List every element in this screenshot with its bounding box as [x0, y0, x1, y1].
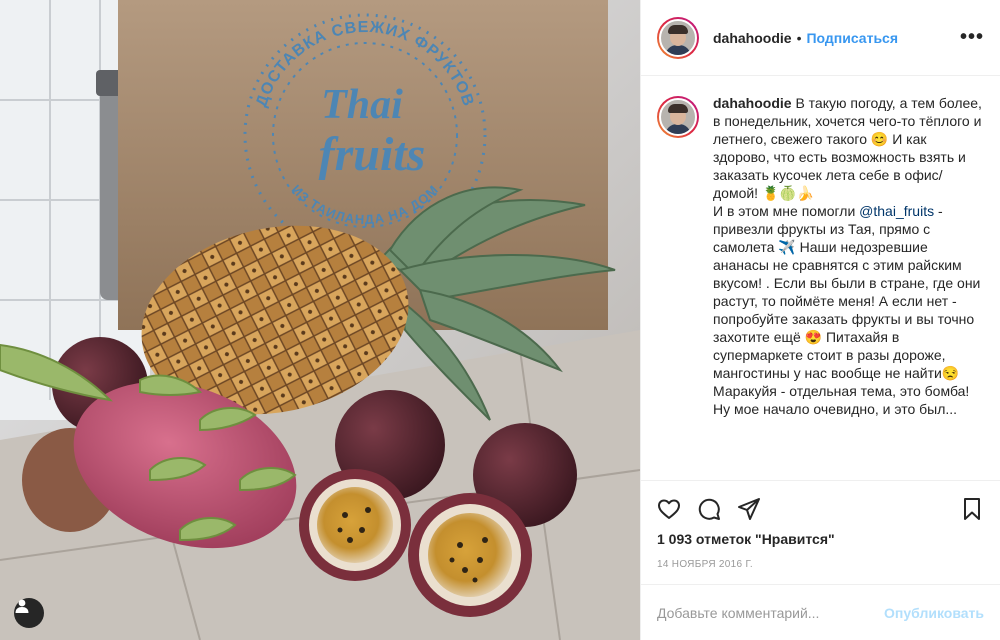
post-actions: 1 093 отметок "Нравится" 14 НОЯБРЯ 2016 … [641, 480, 1000, 640]
share-paper-plane-icon[interactable] [737, 497, 761, 521]
caption-avatar[interactable] [657, 96, 699, 138]
caption-text: dahahoodie В такую погоду, а тем более, … [713, 94, 984, 480]
post-date[interactable]: 14 НОЯБРЯ 2016 Г. [641, 551, 1000, 577]
publish-button[interactable]: Опубликовать [884, 605, 984, 621]
post-side-panel: dahahoodie • Подписаться ••• dahahoodie … [640, 0, 1000, 640]
mention-link[interactable]: @thai_fruits [859, 203, 934, 219]
caption-username-link[interactable]: dahahoodie [713, 95, 792, 111]
comment-input[interactable] [657, 604, 885, 621]
tagged-user-icon[interactable] [14, 598, 44, 628]
follow-button[interactable]: Подписаться [806, 30, 898, 46]
caption-part4: Ну мое начало очевидно, и это был... [713, 401, 958, 417]
comment-bubble-icon[interactable] [697, 497, 721, 521]
caption-area: dahahoodie В такую погоду, а тем более, … [641, 86, 1000, 480]
header-separator: • [796, 29, 802, 46]
header-username-link[interactable]: dahahoodie [713, 30, 792, 46]
bag-logo-line2: fruits [319, 128, 426, 181]
more-options-icon[interactable]: ••• [960, 26, 984, 49]
bag-logo-line1: Thai [321, 82, 403, 128]
post-photo[interactable]: ДОСТАВКА СВЕЖИХ ФРУКТОВ ИЗ ТАИЛАНДА НА Д… [0, 0, 640, 640]
like-heart-icon[interactable] [657, 497, 681, 521]
caption-part2: И в этом мне помогли [713, 203, 856, 219]
save-bookmark-icon[interactable] [960, 497, 984, 521]
caption-part3: - привезли фрукты из Тая, прямо с самоле… [713, 203, 981, 399]
avatar[interactable] [657, 16, 699, 59]
add-comment-bar: Опубликовать [641, 584, 1000, 640]
fruits-photo-illustration: ДОСТАВКА СВЕЖИХ ФРУКТОВ ИЗ ТАИЛАНДА НА Д… [0, 0, 640, 640]
post-header: dahahoodie • Подписаться ••• [641, 0, 1000, 76]
instagram-post: ДОСТАВКА СВЕЖИХ ФРУКТОВ ИЗ ТАИЛАНДА НА Д… [0, 0, 1000, 640]
likes-count[interactable]: 1 093 отметок "Нравится" [641, 527, 1000, 551]
